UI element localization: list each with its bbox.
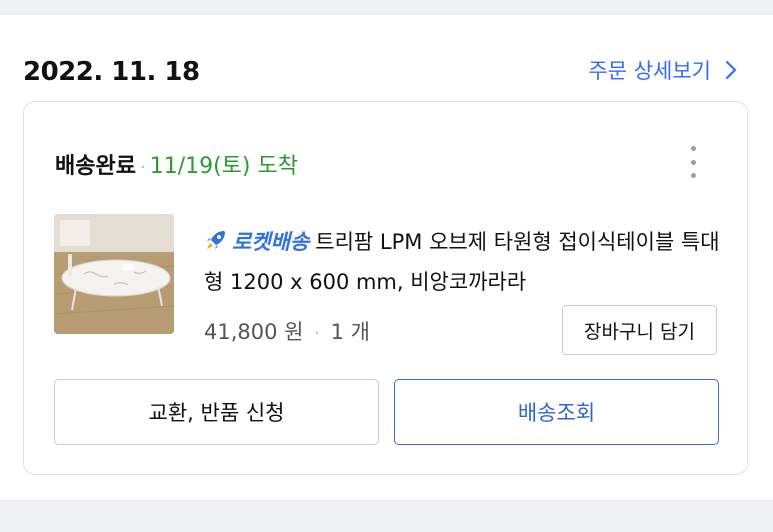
status-separator: ·: [139, 157, 146, 178]
product-price: 41,800 원: [204, 320, 304, 344]
order-section: 2022. 11. 18 주문 상세보기 배송완료 · 11/19(토) 도착: [0, 15, 773, 500]
rocket-delivery-badge: 로켓배송: [204, 222, 309, 262]
shipment-status-row: 배송완료 · 11/19(토) 도착: [55, 148, 298, 180]
product-image: [54, 214, 174, 334]
order-date: 2022. 11. 18: [23, 57, 200, 87]
price-separator: ·: [314, 323, 320, 344]
product-info[interactable]: 로켓배송 트리팜 LPM 오브제 타원형 접이식테이블 특대형 1200 x 6…: [204, 222, 724, 302]
more-options-button[interactable]: [685, 142, 701, 182]
order-detail-link[interactable]: 주문 상세보기: [588, 55, 737, 85]
rocket-delivery-label: 로켓배송: [232, 230, 310, 254]
product-thumbnail[interactable]: [54, 214, 174, 334]
price-row: 41,800 원 · 1 개: [204, 316, 370, 346]
chevron-right-icon: [725, 60, 737, 80]
order-detail-label: 주문 상세보기: [588, 59, 711, 83]
product-quantity: 1 개: [330, 320, 370, 344]
delivery-status: 배송완료: [55, 154, 136, 179]
rocket-icon: [207, 231, 225, 249]
track-delivery-button[interactable]: 배송조회: [394, 379, 719, 445]
shipment-card: 배송완료 · 11/19(토) 도착 로켓배송 트리팜 LPM 오브제 타원형 …: [23, 101, 748, 475]
exchange-return-button[interactable]: 교환, 반품 신청: [54, 379, 379, 445]
add-to-cart-button[interactable]: 장바구니 담기: [562, 305, 717, 355]
arrival-date: 11/19(토) 도착: [149, 154, 298, 179]
more-vertical-icon: [690, 146, 696, 151]
